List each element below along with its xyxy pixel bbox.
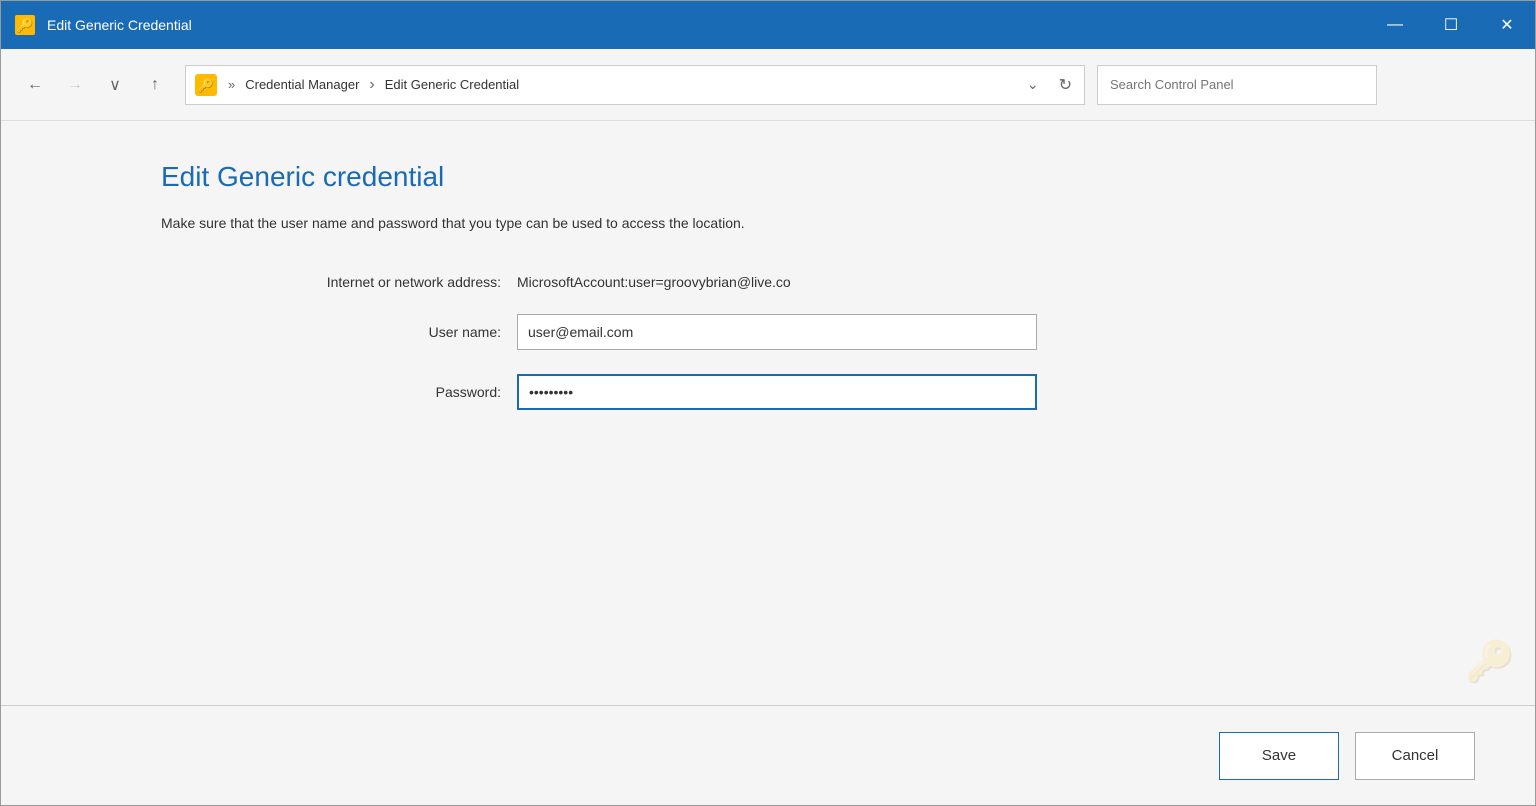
password-row: Password:	[161, 374, 1475, 410]
username-row: User name:	[161, 314, 1475, 350]
main-content: Edit Generic credential Make sure that t…	[1, 121, 1535, 705]
maximize-button[interactable]: ☐	[1423, 1, 1479, 49]
footer: Save Cancel	[1, 705, 1535, 805]
password-label: Password:	[161, 384, 501, 400]
forward-button[interactable]: →	[57, 67, 93, 103]
save-button[interactable]: Save	[1219, 732, 1339, 780]
username-input[interactable]	[517, 314, 1037, 350]
search-box	[1097, 65, 1377, 105]
address-row: Internet or network address: MicrosoftAc…	[161, 274, 1475, 290]
back-button[interactable]: ←	[17, 67, 53, 103]
svg-text:🔑: 🔑	[198, 77, 214, 94]
address-bar: 🔑 » Credential Manager › Edit Generic Cr…	[185, 65, 1085, 105]
content-inner: Edit Generic credential Make sure that t…	[1, 121, 1535, 705]
page-title: Edit Generic credential	[161, 161, 1475, 193]
password-input[interactable]	[517, 374, 1037, 410]
svg-text:🔑: 🔑	[16, 16, 34, 34]
window-title: Edit Generic Credential	[47, 17, 192, 33]
refresh-button[interactable]: ↻	[1055, 71, 1076, 99]
dropdown-button[interactable]: ∨	[97, 67, 133, 103]
breadcrumb-current: Edit Generic Credential	[385, 77, 519, 92]
address-bar-icon: 🔑	[194, 73, 218, 97]
nav-bar: ← → ∨ ↑ 🔑 » Credential Manager › Edit Ge…	[1, 49, 1535, 121]
address-label: Internet or network address:	[161, 274, 501, 290]
search-input[interactable]	[1110, 77, 1364, 92]
window-icon: 🔑	[13, 13, 37, 37]
minimize-button[interactable]: —	[1367, 1, 1423, 49]
page-description: Make sure that the user name and passwor…	[161, 213, 1475, 234]
breadcrumb-arrow: ›	[369, 76, 374, 94]
address-chevron-icon[interactable]: ⌄	[1027, 76, 1039, 93]
title-bar-left: 🔑 Edit Generic Credential	[13, 13, 192, 37]
title-bar: 🔑 Edit Generic Credential — ☐ ✕	[1, 1, 1535, 49]
form-section: Internet or network address: MicrosoftAc…	[161, 274, 1475, 410]
window: 🔑 Edit Generic Credential — ☐ ✕ ← → ∨ ↑ …	[0, 0, 1536, 806]
close-button[interactable]: ✕	[1479, 1, 1535, 49]
breadcrumb-root[interactable]: Credential Manager	[245, 77, 359, 92]
address-value: MicrosoftAccount:user=groovybrian@live.c…	[517, 274, 791, 290]
breadcrumb-separator: »	[228, 77, 235, 92]
title-bar-controls: — ☐ ✕	[1367, 1, 1535, 49]
username-label: User name:	[161, 324, 501, 340]
watermark: 🔑	[1465, 638, 1515, 685]
up-button[interactable]: ↑	[137, 67, 173, 103]
cancel-button[interactable]: Cancel	[1355, 732, 1475, 780]
